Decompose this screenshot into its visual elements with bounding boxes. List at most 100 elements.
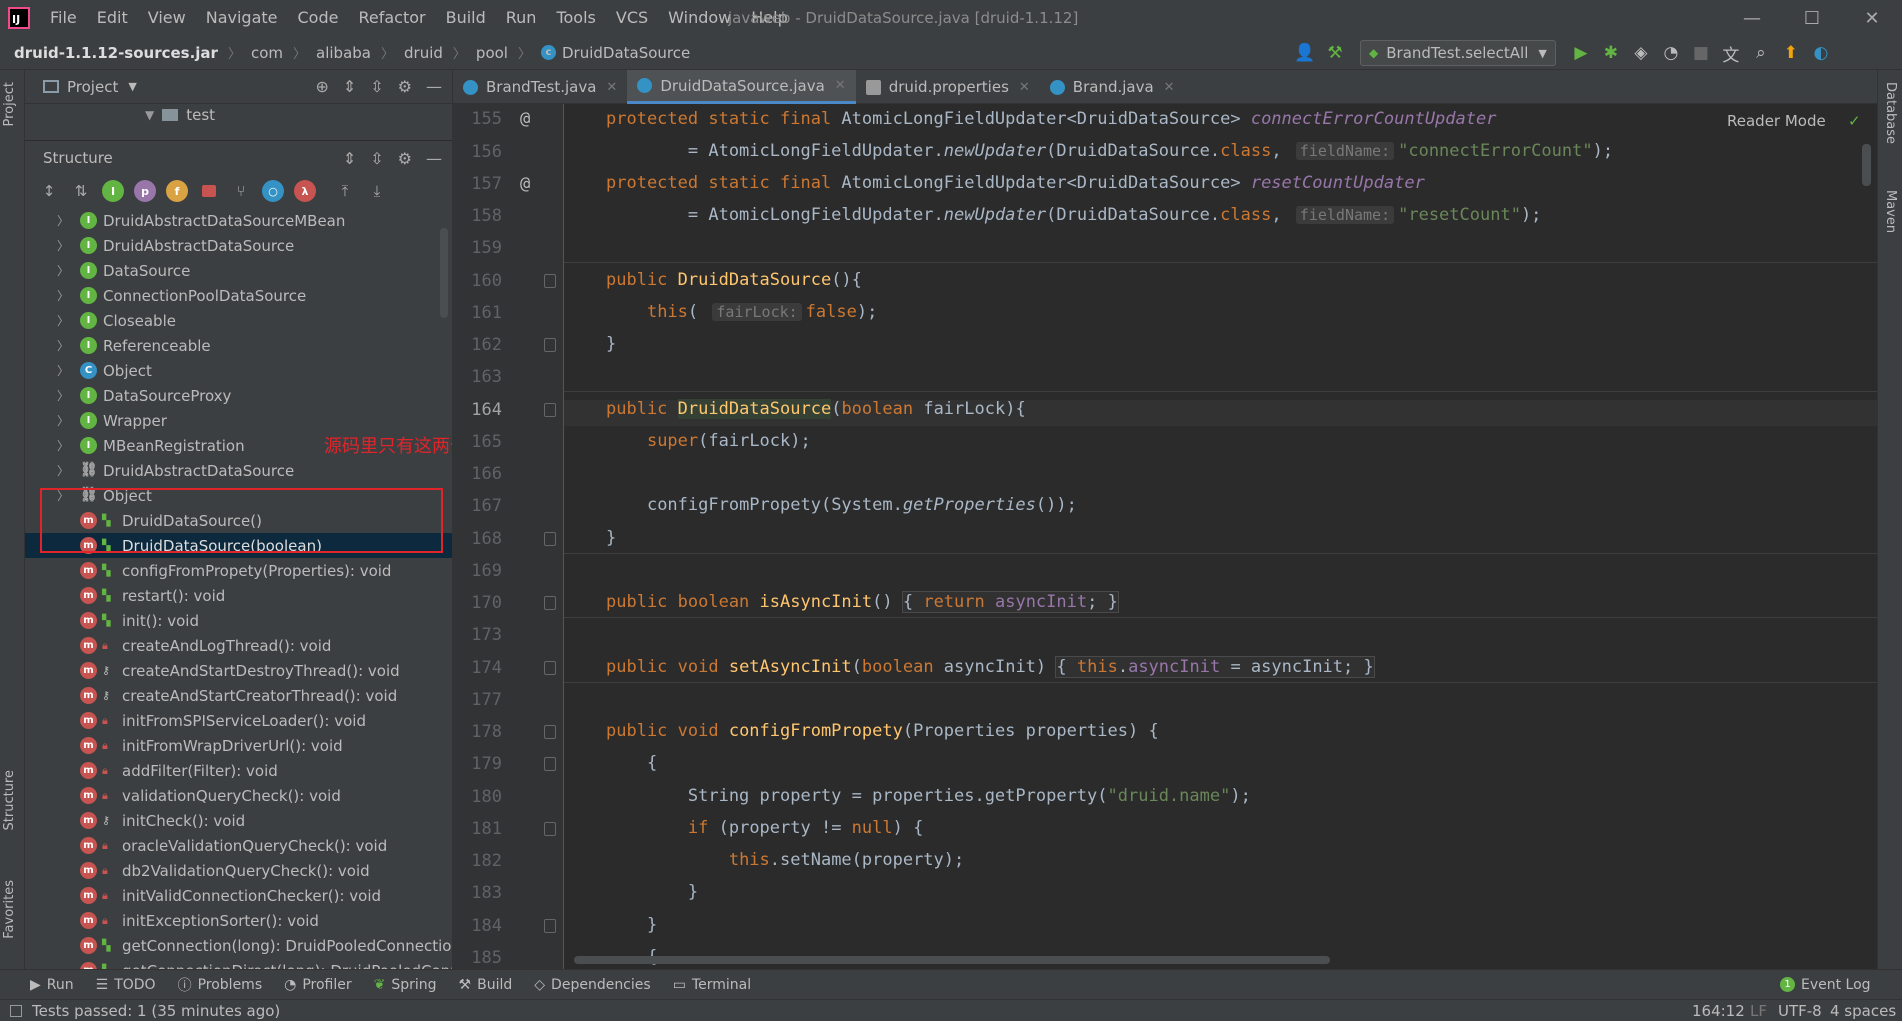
show-properties-icon[interactable]: p [134,180,156,202]
run-configuration-select[interactable]: ◆ BrandTest.selectAll ▼ [1360,40,1556,66]
maven-tool-button[interactable]: Maven [1883,190,1898,233]
status-message[interactable]: Tests passed: 1 (35 minutes ago) [32,1002,280,1020]
method-node[interactable]: m⚷initCheck(): void [25,808,452,833]
code-editor[interactable]: protected static final AtomicLongFieldUp… [564,104,1877,969]
event-log-button[interactable]: 1Event Log [1780,977,1871,993]
run-icon[interactable]: ▶ [1566,38,1596,68]
menu-build[interactable]: Build [436,0,496,36]
method-node[interactable]: m🔒︎addFilter(Filter): void [25,758,452,783]
show-lambdas-icon[interactable]: ○ [262,180,284,202]
fold-icon[interactable] [544,403,556,417]
translate-icon[interactable]: 文 [1716,38,1746,68]
fold-icon[interactable] [544,725,556,739]
chevron-right-icon[interactable]: 〉 [57,312,69,329]
maximize-button[interactable]: ☐ [1782,0,1842,36]
menu-view[interactable]: View [138,0,196,36]
close-tab-icon[interactable]: ✕ [835,78,846,93]
show-fields-icon[interactable]: f [166,180,188,202]
method-node[interactable]: m▚getConnection(long): DruidPooledConnec… [25,933,452,958]
dependencies-tool-button[interactable]: ◇Dependencies [534,977,650,993]
fold-icon[interactable] [544,596,556,610]
update-icon[interactable]: ⬆ [1776,38,1806,68]
project-panel-title[interactable]: Project [67,78,118,96]
tab-druiddatasource[interactable]: DruidDataSource.java✕ [627,70,855,104]
collapse-all-icon[interactable]: ⇳ [370,149,383,168]
chevron-right-icon[interactable]: 〉 [57,212,69,229]
profile-icon[interactable]: ◔ [1656,38,1686,68]
tree-node[interactable]: 〉IDruidAbstractDataSourceMBean [25,208,452,233]
indent-setting[interactable]: 4 spaces [1830,1002,1896,1020]
method-node[interactable]: m🔒︎initFromSPIServiceLoader(): void [25,708,452,733]
fold-icon[interactable] [544,661,556,675]
breadcrumb-class[interactable]: DruidDataSource [562,44,690,62]
hide-icon[interactable]: — [426,149,442,168]
toggle-tool-windows-icon[interactable] [10,1005,22,1017]
sort-alpha-icon[interactable]: ⇅ [67,177,95,205]
line-separator[interactable]: LF [1750,1002,1767,1020]
breadcrumb-com[interactable]: com [251,44,283,62]
method-node[interactable]: m🔒︎oracleValidationQueryCheck(): void [25,833,452,858]
method-node[interactable]: m🔒︎validationQueryCheck(): void [25,783,452,808]
search-icon[interactable]: ⌕ [1746,38,1776,68]
chevron-right-icon[interactable]: 〉 [57,412,69,429]
breadcrumb-alibaba[interactable]: alibaba [316,44,371,62]
reader-mode-button[interactable]: Reader Mode [1727,112,1826,130]
annotation-marker-icon[interactable]: @ [520,109,530,129]
editor-vertical-scrollbar[interactable] [1862,144,1871,186]
close-tab-icon[interactable]: ✕ [1019,80,1030,95]
method-node[interactable]: m🔒︎initFromWrapDriverUrl(): void [25,733,452,758]
close-tab-icon[interactable]: ✕ [606,80,617,95]
show-inherited-icon[interactable]: I [102,180,124,202]
chevron-right-icon[interactable]: 〉 [57,237,69,254]
menu-vcs[interactable]: VCS [606,0,658,36]
breadcrumb-pool[interactable]: pool [476,44,508,62]
method-node[interactable]: m⚷createAndStartCreatorThread(): void [25,683,452,708]
method-node[interactable]: m⚷createAndStartDestroyThread(): void [25,658,452,683]
method-node[interactable]: m🔒︎createAndLogThread(): void [25,633,452,658]
tree-node[interactable]: 〉⛓DruidAbstractDataSource [25,458,452,483]
close-tab-icon[interactable]: ✕ [1164,80,1175,95]
menu-code[interactable]: Code [288,0,349,36]
menu-run[interactable]: Run [496,0,547,36]
build-tool-button[interactable]: ⚒Build [459,977,513,993]
database-tool-button[interactable]: Database [1883,82,1898,144]
stop-icon[interactable]: ■ [1686,38,1716,68]
project-tree-item[interactable]: ▼ test [145,106,215,124]
build-hammer-icon[interactable]: ⚒ [1320,38,1350,68]
method-node[interactable]: m🔒︎initExceptionSorter(): void [25,908,452,933]
tab-druid-properties[interactable]: druid.properties✕ [856,70,1040,104]
todo-tool-button[interactable]: ☰TODO [96,977,156,993]
lambda-icon[interactable]: λ [294,180,316,202]
fold-icon[interactable] [544,822,556,836]
favorites-tool-button[interactable]: Favorites [2,880,17,939]
menu-file[interactable]: File [40,0,87,36]
tree-scrollbar[interactable] [440,228,448,318]
menu-edit[interactable]: Edit [87,0,138,36]
show-non-public-icon[interactable] [202,185,216,197]
coverage-icon[interactable]: ◈ [1626,38,1656,68]
chevron-right-icon[interactable]: 〉 [57,262,69,279]
run-tool-button[interactable]: ▶Run [30,977,74,993]
spring-tool-button[interactable]: ❦Spring [374,977,437,993]
method-node[interactable]: m▚init(): void [25,608,452,633]
autoscroll-to-source-icon[interactable]: ⤒ [331,177,359,205]
tree-node[interactable]: 〉ICloseable [25,308,452,333]
close-window-button[interactable]: ✕ [1842,0,1902,36]
annotation-marker-icon[interactable]: @ [520,174,530,194]
chevron-right-icon[interactable]: 〉 [57,362,69,379]
problems-tool-button[interactable]: ⓘProblems [178,975,263,995]
tab-brand[interactable]: Brand.java✕ [1040,70,1185,104]
structure-tool-button[interactable]: Structure [2,770,17,830]
profiler-tool-button[interactable]: ◔Profiler [284,977,352,993]
tree-node[interactable]: 〉IDataSourceProxy [25,383,452,408]
fold-icon[interactable] [544,532,556,546]
tree-node[interactable]: 〉IWrapper [25,408,452,433]
fold-icon[interactable] [544,757,556,771]
chevron-right-icon[interactable]: 〉 [57,387,69,404]
fold-icon[interactable] [544,274,556,288]
debug-icon[interactable]: ✱ [1596,38,1626,68]
breadcrumb-jar[interactable]: druid-1.1.12-sources.jar [14,44,218,62]
plugin-icon[interactable]: ◐ [1806,38,1836,68]
chevron-down-icon[interactable]: ▼ [128,80,136,93]
locate-icon[interactable]: ⊕ [315,77,328,96]
